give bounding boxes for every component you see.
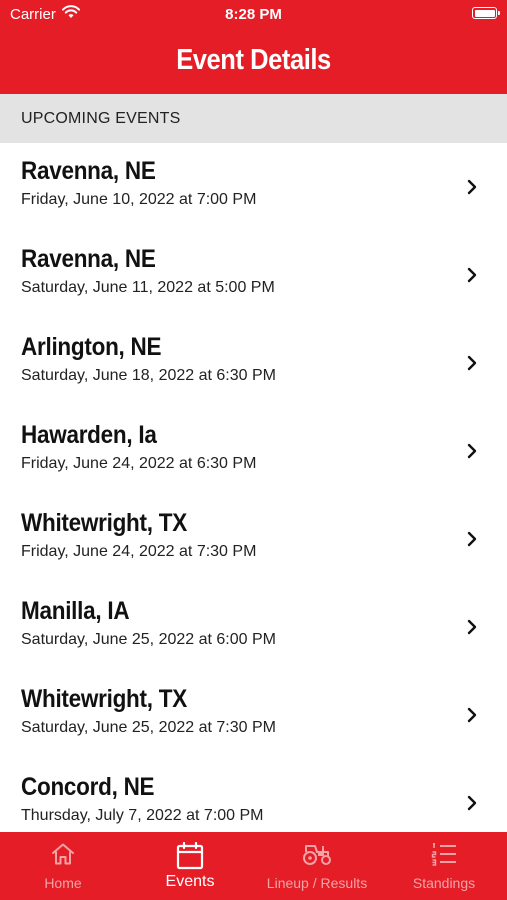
event-location: Manilla, IA — [21, 597, 130, 625]
tab-standings-label: Standings — [412, 875, 476, 891]
event-row[interactable]: Whitewright, TX Saturday, June 25, 2022 … — [0, 671, 507, 759]
event-location: Ravenna, NE — [21, 157, 156, 185]
event-date: Friday, June 24, 2022 at 7:30 PM — [21, 543, 257, 560]
event-row[interactable]: Arlington, NE Saturday, June 18, 2022 at… — [0, 319, 507, 407]
tab-home[interactable]: Home — [0, 832, 126, 900]
event-row[interactable]: Manilla, IA Saturday, June 25, 2022 at 6… — [0, 583, 507, 671]
page-title: Event Details — [176, 44, 331, 76]
chevron-right-icon — [467, 619, 477, 635]
event-row[interactable]: Whitewright, TX Friday, June 24, 2022 at… — [0, 495, 507, 583]
event-date: Saturday, June 25, 2022 at 7:30 PM — [21, 719, 276, 736]
event-date: Friday, June 24, 2022 at 6:30 PM — [21, 455, 257, 472]
event-row[interactable]: Ravenna, NE Saturday, June 11, 2022 at 5… — [0, 231, 507, 319]
event-date: Saturday, June 11, 2022 at 5:00 PM — [21, 279, 275, 296]
tab-events[interactable]: Events — [127, 832, 253, 900]
tab-standings[interactable]: Standings — [381, 832, 507, 900]
event-location: Whitewright, TX — [21, 509, 187, 537]
chevron-right-icon — [467, 707, 477, 723]
tab-lineup-results[interactable]: Lineup / Results — [254, 832, 380, 900]
tab-lineup-results-label: Lineup / Results — [266, 875, 368, 891]
tab-home-label: Home — [44, 875, 82, 891]
chevron-right-icon — [467, 443, 477, 459]
chevron-right-icon — [467, 179, 477, 195]
section-header-label: UPCOMING EVENTS — [21, 110, 181, 127]
status-bar: Carrier 8:28 PM — [0, 0, 507, 28]
calendar-icon — [176, 842, 204, 870]
events-list[interactable]: Ravenna, NE Friday, June 10, 2022 at 7:0… — [0, 143, 507, 832]
chevron-right-icon — [467, 531, 477, 547]
event-date: Friday, June 10, 2022 at 7:00 PM — [21, 191, 257, 208]
event-date: Saturday, June 25, 2022 at 6:00 PM — [21, 631, 276, 648]
chevron-right-icon — [467, 267, 477, 283]
event-location: Hawarden, Ia — [21, 421, 157, 449]
event-row[interactable]: Concord, NE Thursday, July 7, 2022 at 7:… — [0, 759, 507, 832]
status-time: 8:28 PM — [225, 6, 282, 23]
tractor-icon — [303, 845, 331, 865]
event-date: Thursday, July 7, 2022 at 7:00 PM — [21, 807, 264, 824]
list-icon — [431, 843, 456, 866]
event-row[interactable]: Ravenna, NE Friday, June 10, 2022 at 7:0… — [0, 143, 507, 231]
event-date: Saturday, June 18, 2022 at 6:30 PM — [21, 367, 276, 384]
event-row[interactable]: Hawarden, Ia Friday, June 24, 2022 at 6:… — [0, 407, 507, 495]
tab-bar: Home Events Lineup / Results Standings — [0, 832, 507, 900]
chevron-right-icon — [467, 355, 477, 371]
event-location: Arlington, NE — [21, 333, 162, 361]
nav-header: Carrier 8:28 PM Event Details — [0, 0, 507, 94]
battery-icon — [472, 7, 500, 19]
event-location: Concord, NE — [21, 773, 155, 801]
section-header: UPCOMING EVENTS — [0, 94, 507, 143]
event-location: Whitewright, TX — [21, 685, 187, 713]
home-icon — [52, 843, 74, 865]
tab-events-label: Events — [165, 873, 215, 890]
event-location: Ravenna, NE — [21, 245, 156, 273]
chevron-right-icon — [467, 795, 477, 811]
